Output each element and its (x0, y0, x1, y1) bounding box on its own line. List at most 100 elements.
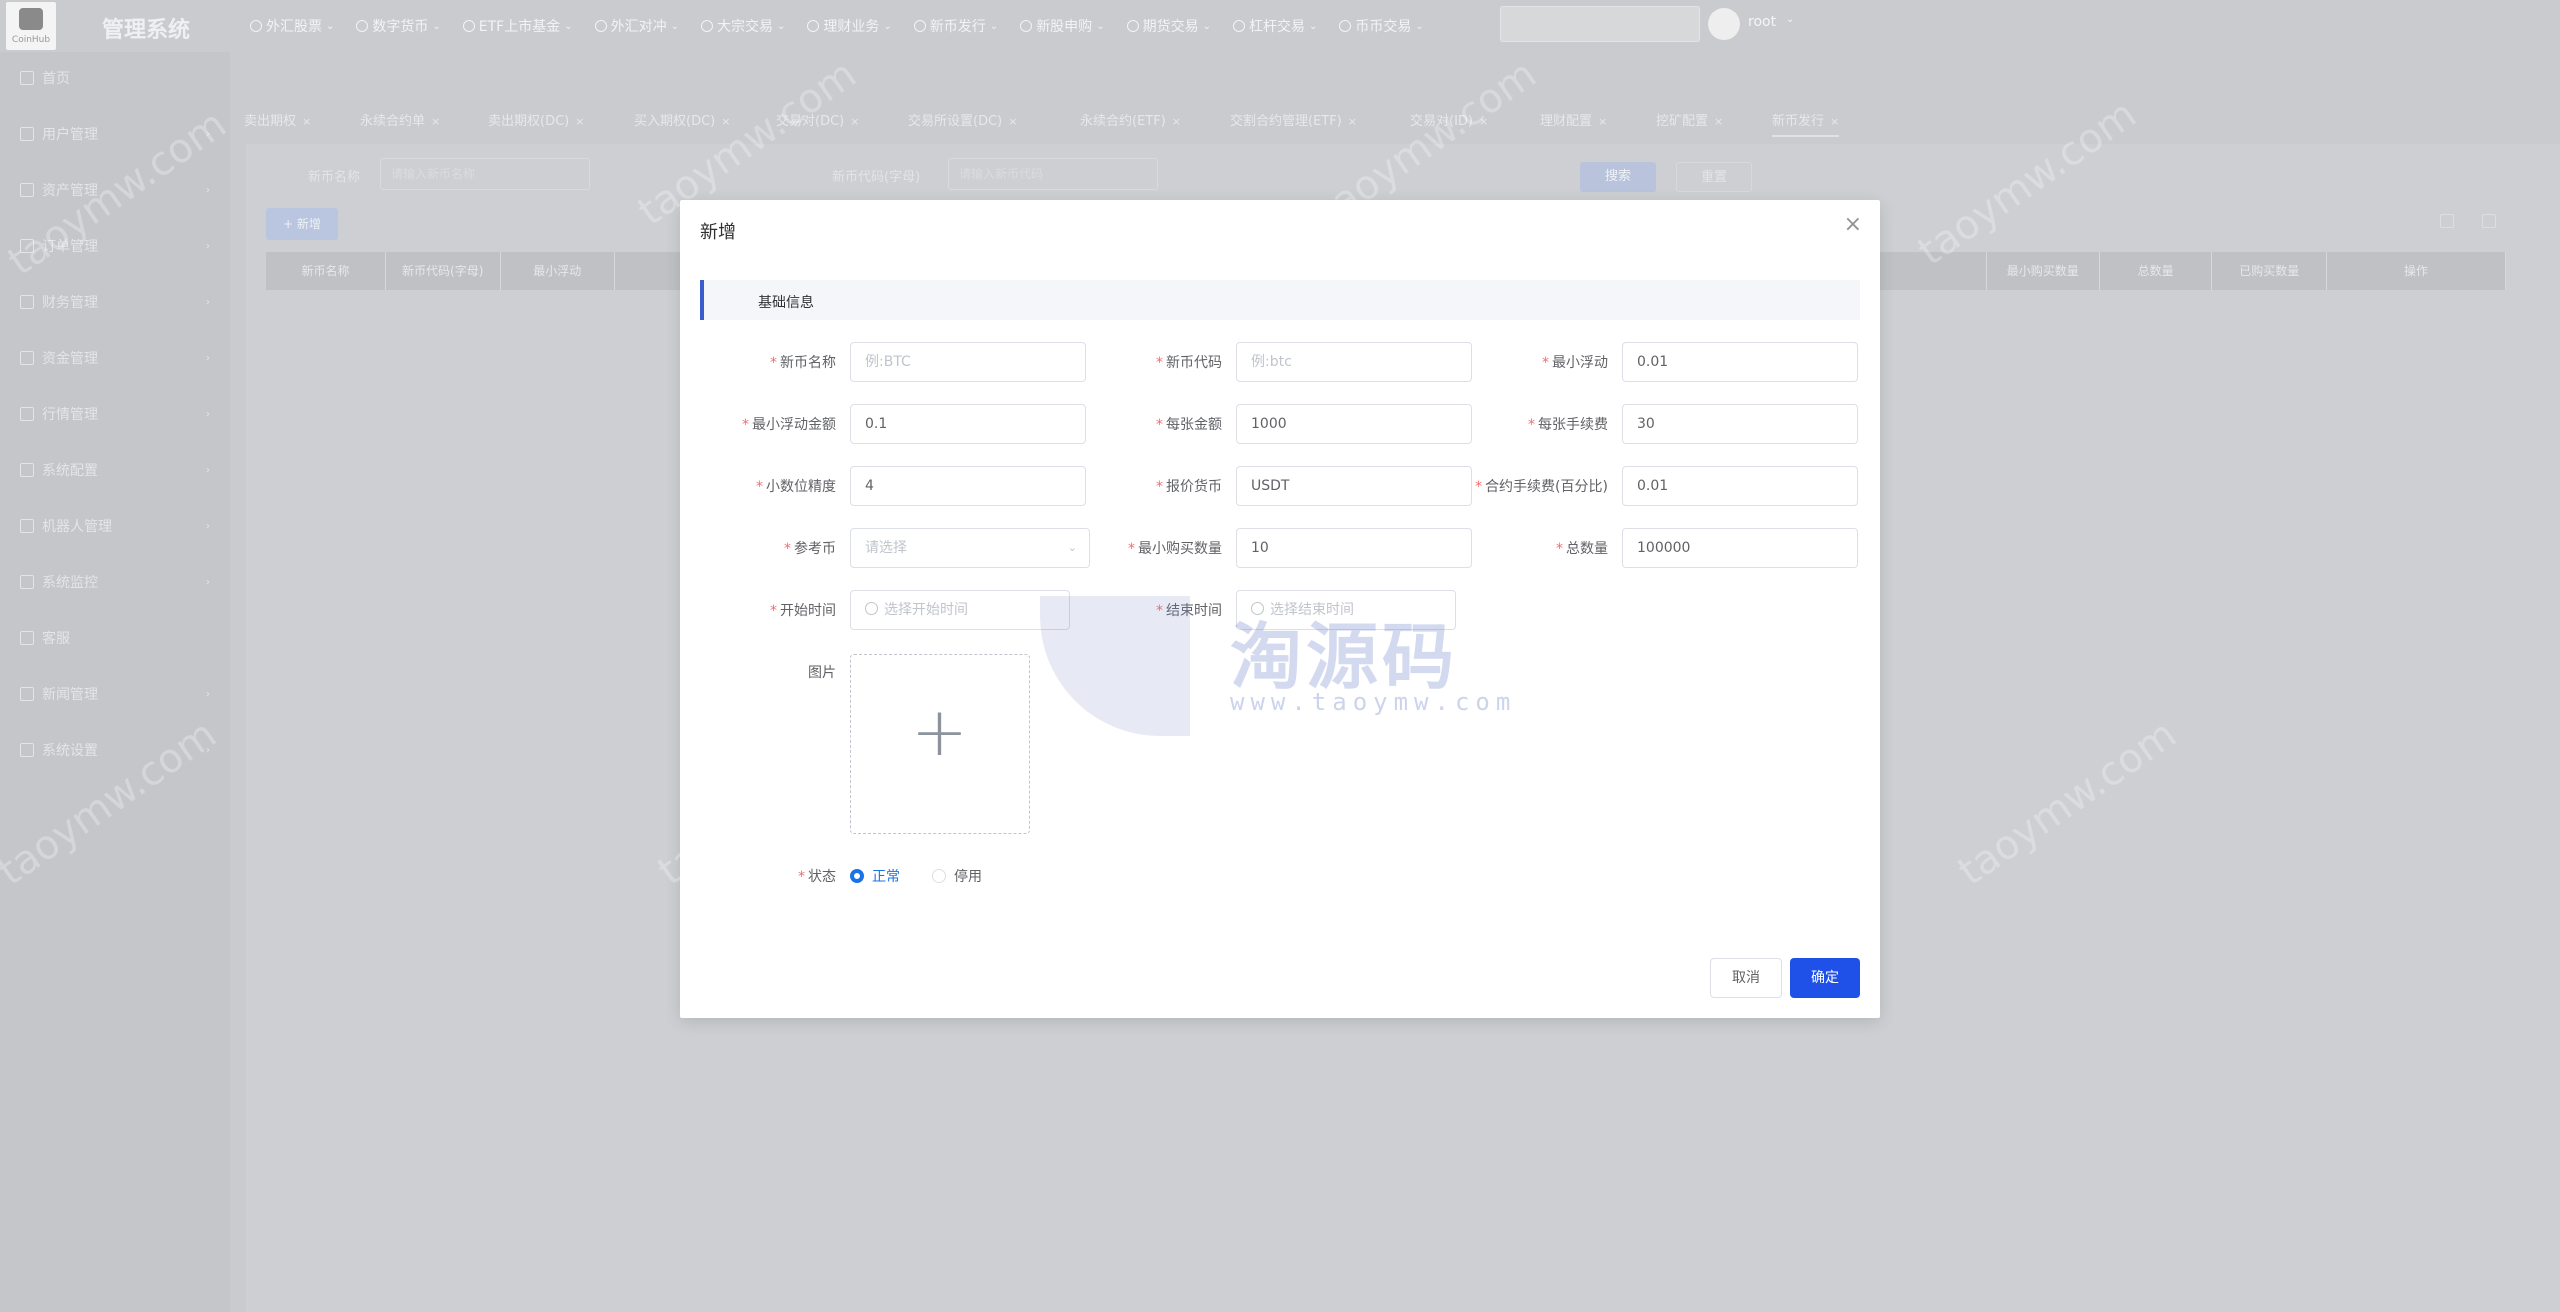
close-icon[interactable]: × (575, 115, 584, 128)
field-label: * 参考币 (784, 541, 836, 557)
columns-icon[interactable] (2482, 214, 2496, 228)
user-name[interactable]: root (1748, 14, 1776, 30)
nav-icon (594, 20, 607, 32)
nav-item-bulk-trade[interactable]: 大宗交易 ⌄ (701, 16, 785, 36)
close-icon[interactable]: × (431, 115, 440, 128)
per-fee-input[interactable]: 30 (1622, 404, 1858, 444)
sidebar-item-config[interactable]: 系统配置 › (0, 452, 230, 488)
nav-icon (1339, 20, 1352, 32)
image-uploader[interactable]: + (850, 654, 1030, 834)
cancel-button[interactable]: 取消 (1710, 958, 1782, 998)
section-title: 基础信息 (758, 295, 814, 311)
top-bar: CoinHub 管理系统 外汇股票 ⌄ 数字货币 ⌄ ETF上市基金 ⌄ 外汇对冲 ⌄ … (0, 0, 2560, 52)
nav-item-forex-hedge[interactable]: 外汇对冲 ⌄ (594, 16, 679, 36)
nav-item-crypto[interactable]: 数字货币 ⌄ (356, 16, 441, 36)
close-icon[interactable]: × (1479, 115, 1488, 128)
quote-currency-input[interactable]: USDT (1236, 466, 1472, 506)
sidebar-item-funds[interactable]: 资金管理 › (0, 340, 230, 376)
ref-coin-select[interactable]: 请选择 ⌄ (850, 528, 1090, 568)
search-button[interactable]: 搜索 (1580, 162, 1656, 192)
close-icon[interactable]: × (1844, 212, 1862, 237)
sidebar-item-orders[interactable]: 订单管理 › (0, 228, 230, 264)
chevron-down-icon: ⌄ (432, 20, 441, 32)
chevron-right-icon: › (206, 744, 210, 756)
close-icon[interactable]: × (1172, 115, 1181, 128)
min-buy-input[interactable]: 10 (1236, 528, 1472, 568)
confirm-button[interactable]: 确定 (1790, 958, 1860, 998)
reset-button[interactable]: 重置 (1676, 162, 1752, 192)
tab-item[interactable]: 永续合约(ETF) × (1080, 110, 1181, 129)
tab-item[interactable]: 交易对(DC) × (776, 110, 859, 129)
refresh-icon[interactable] (2440, 214, 2454, 228)
close-icon[interactable]: × (1008, 115, 1017, 128)
tab-item[interactable]: 交易所设置(DC) × (908, 110, 1017, 129)
close-icon[interactable]: × (302, 115, 311, 128)
start-time-picker[interactable]: 选择开始时间 (850, 590, 1070, 630)
status-radio-disabled[interactable]: 停用 (932, 866, 982, 886)
close-icon[interactable]: × (721, 115, 730, 128)
nav-item-spot[interactable]: 币币交易 ⌄ (1339, 16, 1424, 36)
tab-item-active[interactable]: 新币发行 × (1772, 110, 1840, 137)
monitor-icon (20, 575, 34, 589)
nav-icon (250, 20, 262, 32)
min-float-amount-input[interactable]: 0.1 (850, 404, 1086, 444)
sidebar-item-settings[interactable]: 系统设置 › (0, 732, 230, 768)
close-icon[interactable]: × (1348, 115, 1357, 128)
chevron-right-icon: › (206, 240, 210, 252)
sidebar-item-monitor[interactable]: 系统监控 › (0, 564, 230, 600)
tab-item[interactable]: 卖出期权(DC) × (488, 110, 584, 129)
contract-fee-input[interactable]: 0.01 (1622, 466, 1858, 506)
field-label: * 状态 (798, 869, 836, 885)
table-col: 总数量 (2100, 252, 2213, 290)
close-icon[interactable]: × (1714, 115, 1723, 128)
close-icon[interactable]: × (1830, 115, 1839, 128)
app-logo[interactable]: CoinHub (6, 2, 56, 50)
coin-code-input[interactable]: 例:btc (1236, 342, 1472, 382)
tab-item[interactable]: 永续合约单 × (360, 110, 440, 129)
nav-item-futures[interactable]: 期货交易 ⌄ (1126, 16, 1211, 36)
nav-item-ipo[interactable]: 新股申购 ⌄ (1020, 16, 1105, 36)
nav-item-leverage[interactable]: 杠杆交易 ⌄ (1232, 16, 1317, 36)
tab-item[interactable]: 交割合约管理(ETF) × (1230, 110, 1357, 129)
query-name-label: 新币名称 (308, 170, 361, 185)
sidebar-item-users[interactable]: 用户管理 › (0, 116, 230, 152)
sidebar-item-home[interactable]: 首页 (0, 60, 230, 96)
query-name-input[interactable]: 请输入新币名称 (380, 158, 590, 190)
sidebar-item-news[interactable]: 新闻管理 › (0, 676, 230, 712)
sidebar-item-assets[interactable]: 资产管理 › (0, 172, 230, 208)
query-code-input[interactable]: 请输入新币代码 (948, 158, 1158, 190)
close-icon[interactable]: × (850, 115, 859, 128)
sidebar-item-market[interactable]: 行情管理 › (0, 396, 230, 432)
status-radio-normal[interactable]: 正常 (850, 866, 900, 886)
brand-title: 管理系统 (102, 18, 191, 43)
top-search-input[interactable] (1500, 6, 1700, 42)
per-amount-input[interactable]: 1000 (1236, 404, 1472, 444)
add-button[interactable]: + 新增 (266, 208, 338, 240)
sidebar-item-robot[interactable]: 机器人管理 › (0, 508, 230, 544)
nav-item-etf[interactable]: ETF上市基金 ⌄ (462, 16, 573, 36)
nav-item-wealth[interactable]: 理财业务 ⌄ (807, 16, 892, 36)
chevron-down-icon[interactable]: ⌄ (1786, 14, 1794, 25)
tab-item[interactable]: 卖出期权 × (244, 110, 311, 129)
coin-name-input[interactable]: 例:BTC (850, 342, 1086, 382)
sidebar-item-finance[interactable]: 财务管理 › (0, 284, 230, 320)
tab-item[interactable]: 买入期权(DC) × (634, 110, 730, 129)
user-avatar[interactable] (1708, 8, 1740, 40)
dialog-title: 新增 (700, 222, 736, 243)
nav-item-new-coin[interactable]: 新币发行 ⌄ (913, 16, 998, 36)
min-float-input[interactable]: 0.01 (1622, 342, 1858, 382)
total-input[interactable]: 100000 (1622, 528, 1858, 568)
nav-item-forex-stocks[interactable]: 外汇股票 ⌄ (250, 16, 334, 36)
tab-item[interactable]: 理财配置 × (1540, 110, 1607, 129)
radio-unchecked-icon (932, 869, 946, 883)
decimal-precision-input[interactable]: 4 (850, 466, 1086, 506)
field-label: * 报价货币 (1156, 479, 1222, 495)
news-icon (20, 687, 34, 701)
end-time-picker[interactable]: 选择结束时间 (1236, 590, 1456, 630)
sidebar-item-support[interactable]: 客服 (0, 620, 230, 656)
tab-item[interactable]: 挖矿配置 × (1656, 110, 1723, 129)
funds-icon (20, 351, 34, 365)
close-icon[interactable]: × (1598, 115, 1607, 128)
tab-item[interactable]: 交易对(ID) × (1410, 110, 1488, 129)
top-nav: 外汇股票 ⌄ 数字货币 ⌄ ETF上市基金 ⌄ 外汇对冲 ⌄ 大宗交易 ⌄ 理财业务 ⌄ 新… (250, 0, 1446, 52)
